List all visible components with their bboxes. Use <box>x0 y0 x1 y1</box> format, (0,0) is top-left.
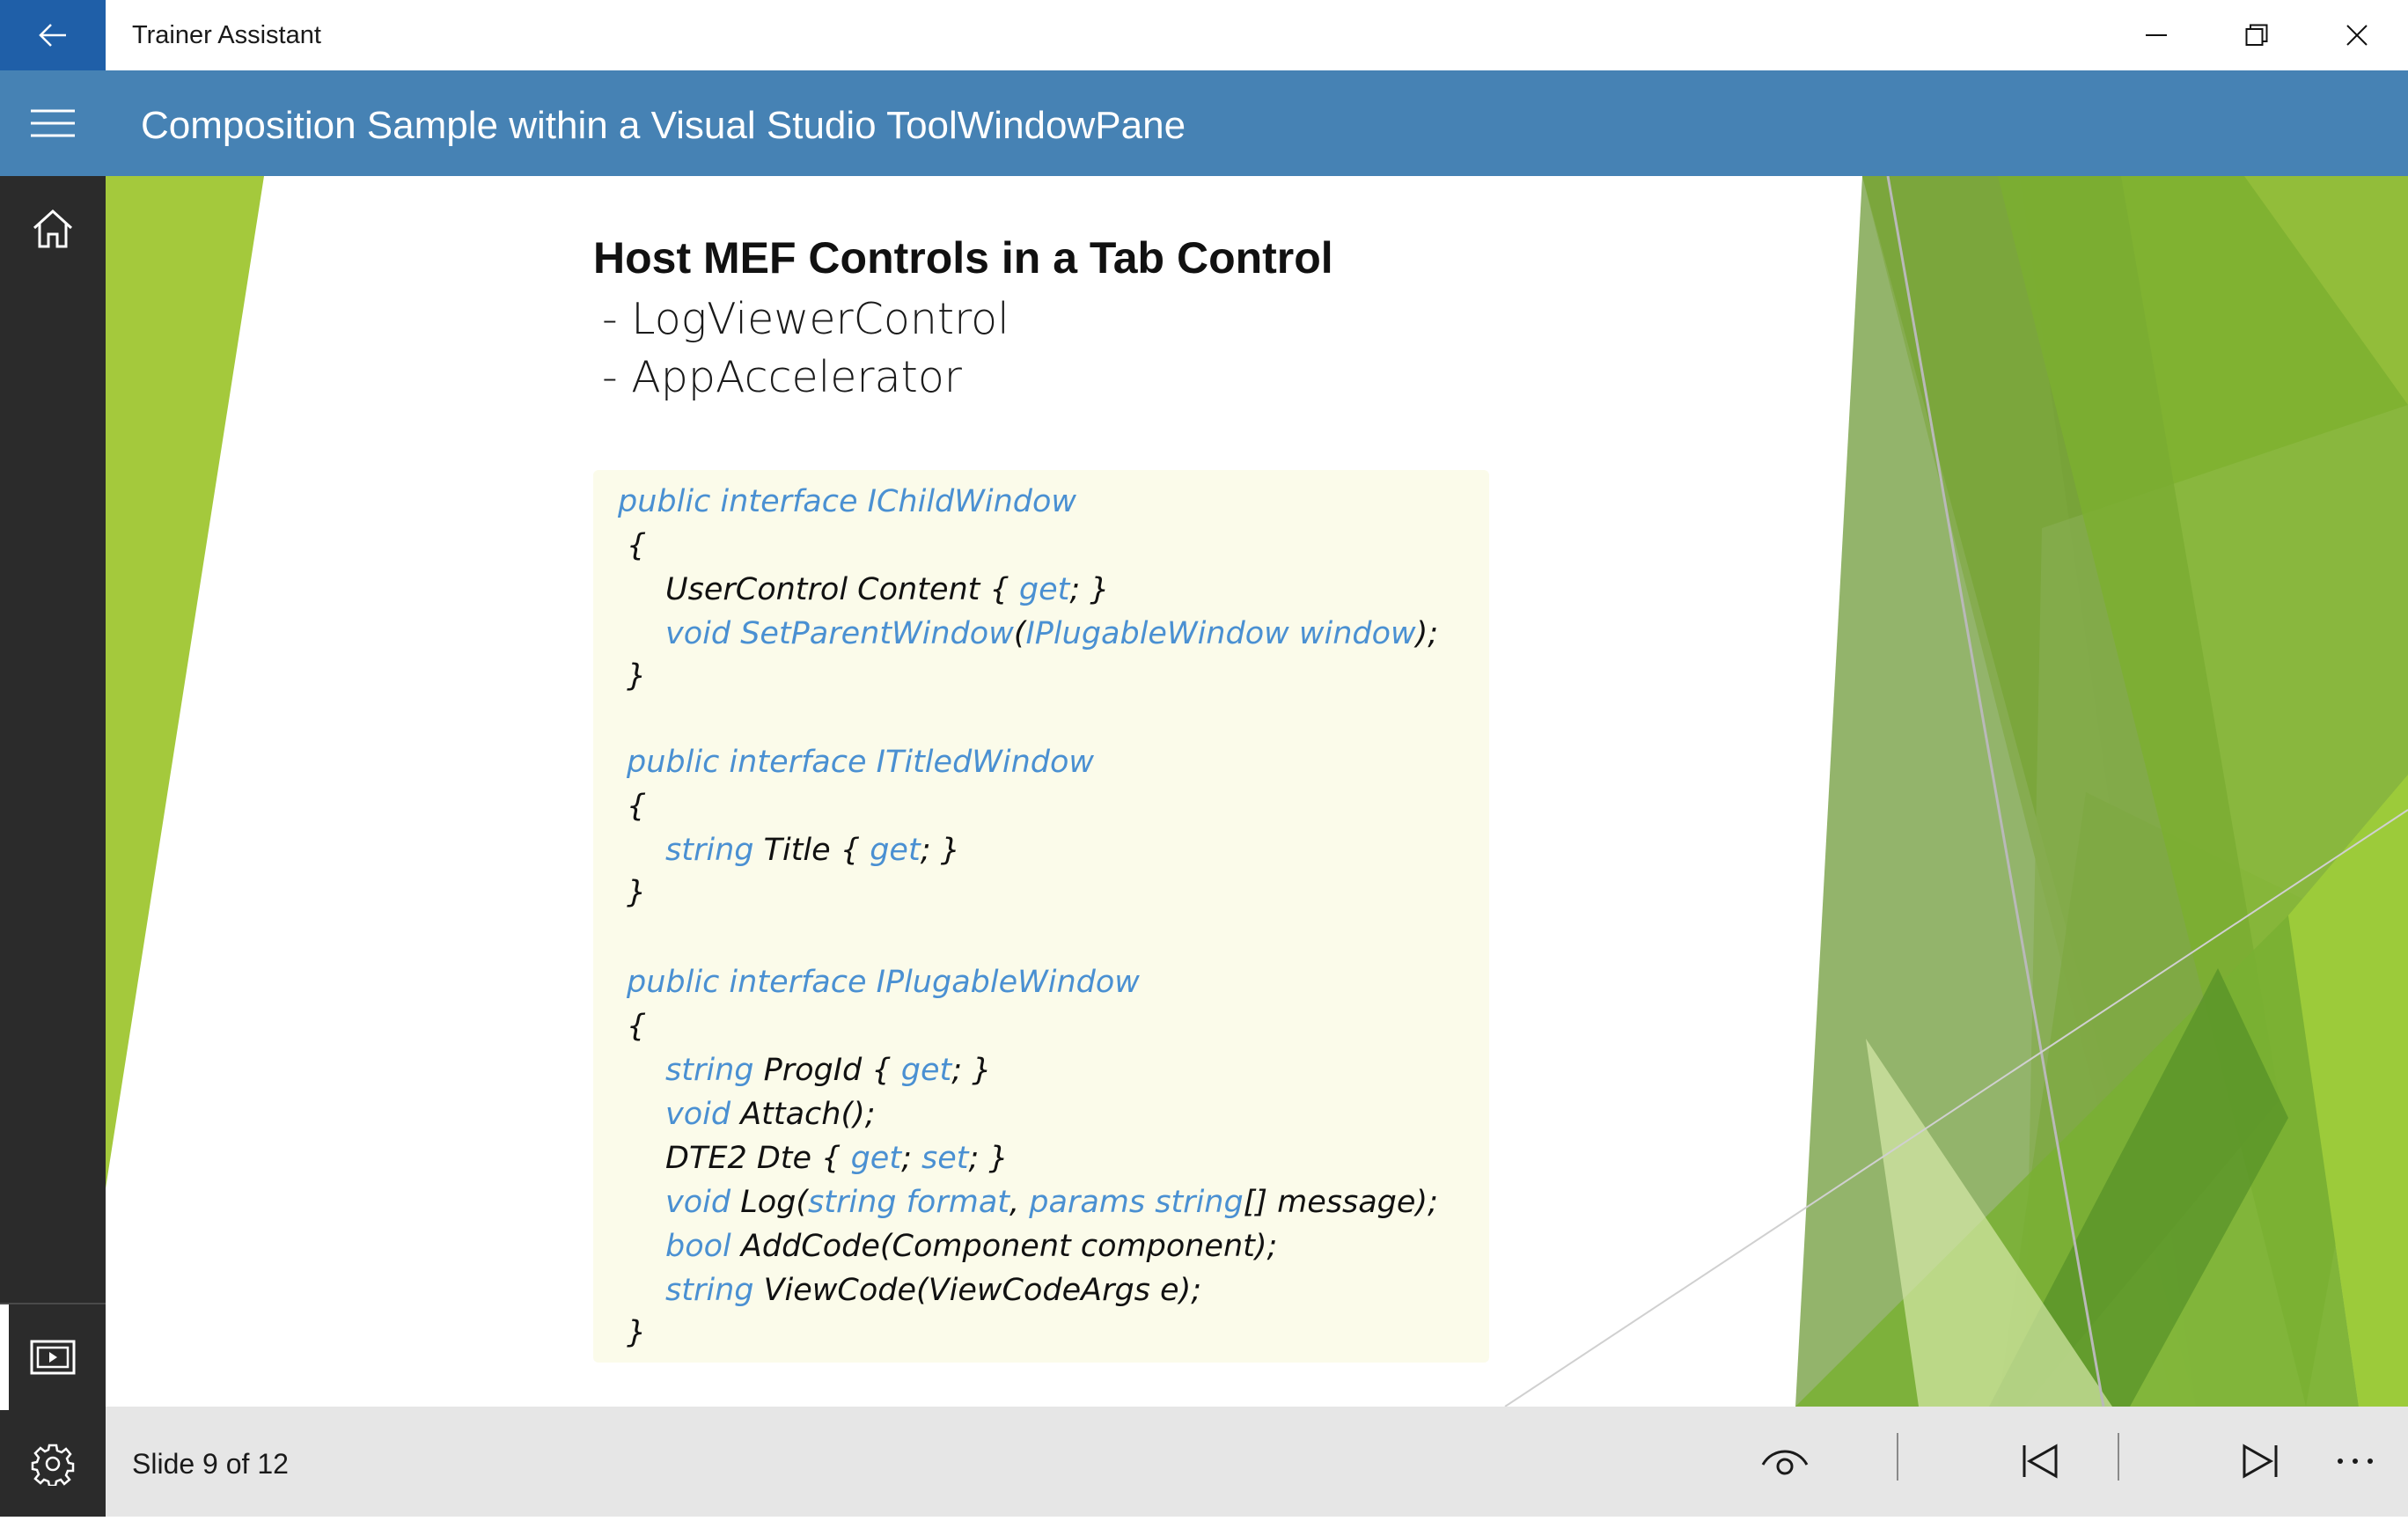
code-text: ; } <box>968 1141 1009 1176</box>
code-keyword: set <box>921 1141 969 1176</box>
separator <box>2118 1433 2119 1481</box>
code-keyword: string format <box>808 1185 1009 1220</box>
eye-icon <box>1761 1450 1809 1475</box>
code-text: Title { <box>753 833 870 868</box>
code-line: } <box>627 875 646 910</box>
app-title: Trainer Assistant <box>132 21 321 49</box>
code-block: public interface IChildWindow { UserContro… <box>593 470 1489 1363</box>
code-text: Attach(); <box>730 1097 876 1132</box>
code-line: string ViewCode(ViewCodeArgs e); <box>665 1273 1201 1308</box>
code-text: } <box>627 1315 647 1350</box>
restore-icon <box>2245 24 2268 46</box>
separator <box>1897 1433 1898 1481</box>
slideshow-icon <box>30 1340 76 1375</box>
home-icon <box>33 209 73 248</box>
more-icon <box>2338 1459 2373 1464</box>
gear-icon <box>31 1444 75 1486</box>
code-line: public interface IPlugableWindow <box>627 965 1140 1000</box>
menu-button[interactable] <box>0 70 106 176</box>
close-icon <box>2346 25 2368 46</box>
code-line: { <box>627 1009 646 1044</box>
code-line: UserControl Content { get; } <box>665 572 1110 607</box>
next-slide-button[interactable] <box>2225 1426 2295 1496</box>
back-button[interactable] <box>0 0 106 70</box>
code-keyword: public interface IPlugableWindow <box>627 965 1140 1000</box>
code-line: void Log(string format, params string[] … <box>665 1185 1438 1220</box>
app-header: Composition Sample within a Visual Studi… <box>0 70 2408 176</box>
page-title: Composition Sample within a Visual Studi… <box>141 104 1186 147</box>
code-keyword: void <box>665 1097 731 1132</box>
navigation-rail <box>0 176 106 1517</box>
code-text: AddCode(Component component); <box>730 1229 1278 1264</box>
minimize-icon <box>2146 34 2167 36</box>
code-line: void SetParentWindow(IPlugableWindow win… <box>665 616 1438 651</box>
code-line: string Title { get; } <box>665 833 960 868</box>
code-text: UserControl Content { <box>665 572 1019 607</box>
code-line: { <box>627 528 646 563</box>
code-line: DTE2 Dte { get; set; } <box>665 1141 1009 1176</box>
code-keyword: IPlugableWindow window <box>1025 616 1416 651</box>
code-text: ; } <box>1069 572 1110 607</box>
code-keyword: void SetParentWindow <box>665 616 1014 651</box>
title-bar: Trainer Assistant <box>0 0 2408 70</box>
code-line: } <box>627 1315 646 1350</box>
code-text: ; } <box>920 833 960 868</box>
code-text: ; <box>901 1141 921 1176</box>
bullet-item: - AppAccelerator <box>602 352 962 402</box>
code-keyword: get <box>900 1053 952 1088</box>
code-keyword: void <box>665 1185 731 1220</box>
selection-indicator <box>0 1304 9 1410</box>
code-line: string ProgId { get; } <box>665 1053 991 1088</box>
slide-heading: Host MEF Controls in a Tab Control <box>593 233 1333 283</box>
more-button[interactable] <box>2320 1426 2390 1496</box>
code-text: ProgId { <box>753 1053 901 1088</box>
minimize-button[interactable] <box>2106 0 2206 70</box>
code-line: void Attach(); <box>665 1097 876 1132</box>
code-text: , <box>1009 1185 1030 1220</box>
close-button[interactable] <box>2307 0 2407 70</box>
code-keyword: bool <box>665 1229 731 1264</box>
previous-slide-button[interactable] <box>2005 1426 2075 1496</box>
code-keyword: get <box>870 833 921 868</box>
code-text: [] message); <box>1243 1185 1438 1220</box>
code-keyword: public interface IChildWindow <box>618 484 1077 519</box>
code-line: { <box>627 789 646 824</box>
code-text: ViewCode(ViewCodeArgs e); <box>753 1273 1202 1308</box>
nav-home[interactable] <box>0 176 106 282</box>
code-keyword: string <box>665 1053 754 1088</box>
code-keyword: public interface ITitledWindow <box>627 745 1095 780</box>
code-text: { <box>627 528 647 563</box>
code-text: Log( <box>730 1185 808 1220</box>
slide-view: Host MEF Controls in a Tab Control - Log… <box>106 176 2408 1407</box>
code-line: } <box>627 658 646 694</box>
code-text: } <box>627 658 647 694</box>
skip-previous-icon <box>2023 1444 2058 1479</box>
code-text: ); <box>1415 616 1439 651</box>
code-line: bool AddCode(Component component); <box>665 1229 1277 1264</box>
code-text: { <box>627 1009 647 1044</box>
slide-counter: Slide 9 of 12 <box>132 1448 289 1480</box>
restore-button[interactable] <box>2206 0 2307 70</box>
code-text: } <box>627 875 647 910</box>
hamburger-icon <box>31 109 75 137</box>
code-keyword: get <box>1018 572 1070 607</box>
skip-next-icon <box>2243 1444 2278 1479</box>
code-text: { <box>627 789 647 824</box>
code-text: ( <box>1013 616 1026 651</box>
code-line: public interface ITitledWindow <box>627 745 1094 780</box>
code-keyword: params string <box>1029 1185 1244 1220</box>
nav-slideshow[interactable] <box>0 1304 106 1410</box>
back-arrow-icon <box>39 24 66 47</box>
code-text: ; } <box>951 1053 992 1088</box>
code-text: DTE2 Dte { <box>665 1141 851 1176</box>
code-keyword: string <box>665 1273 754 1308</box>
bullet-item: - LogViewerControl <box>602 294 1009 344</box>
bottom-command-bar: Slide 9 of 12 <box>106 1407 2408 1517</box>
code-keyword: string <box>665 833 754 868</box>
code-keyword: get <box>850 1141 902 1176</box>
code-line: public interface IChildWindow <box>618 484 1076 519</box>
nav-settings[interactable] <box>0 1411 106 1517</box>
view-button[interactable] <box>1750 1426 1820 1496</box>
